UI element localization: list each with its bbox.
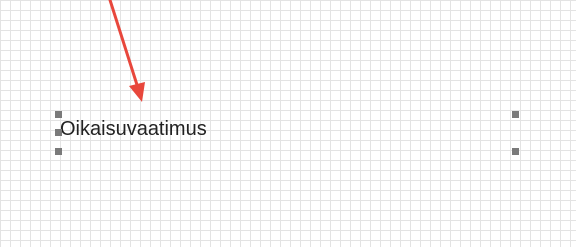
annotation-arrow-icon xyxy=(108,0,145,102)
design-canvas[interactable]: Oikaisuvaatimus xyxy=(0,0,576,247)
